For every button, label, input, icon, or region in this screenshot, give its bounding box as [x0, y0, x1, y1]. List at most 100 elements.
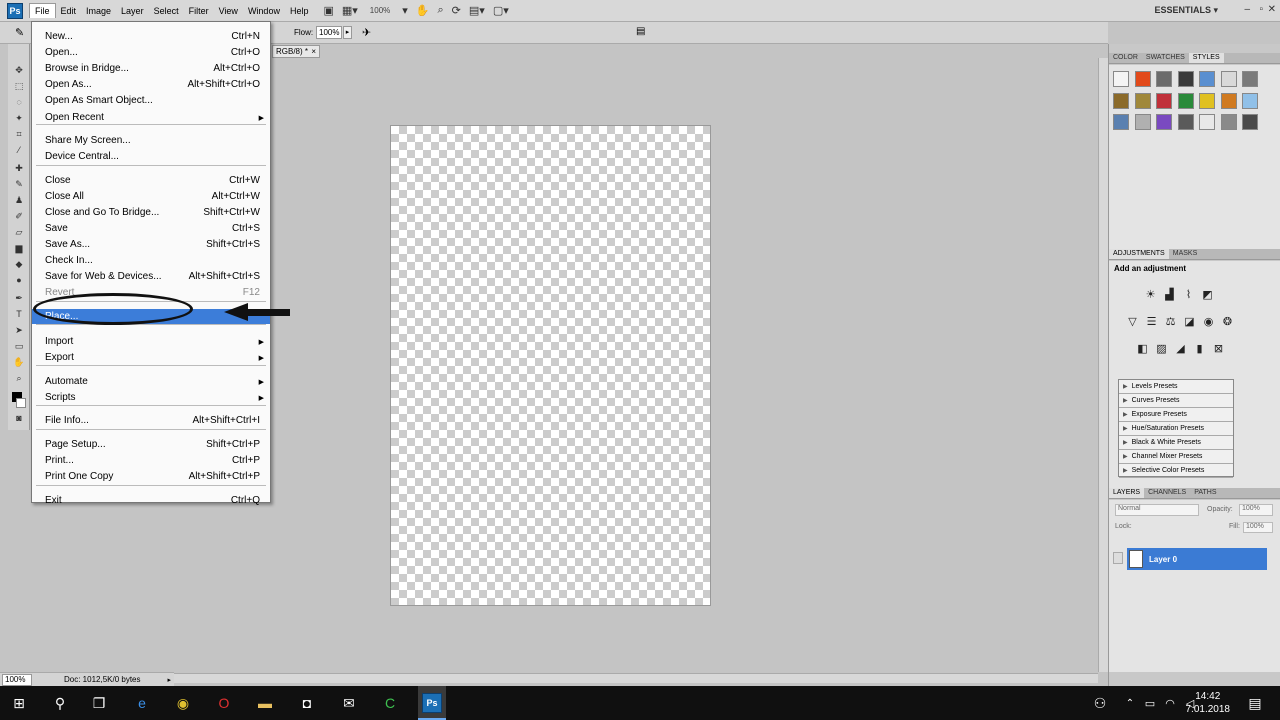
stamp-tool-icon[interactable]: ♟: [12, 194, 26, 206]
menu-help[interactable]: Help: [285, 4, 314, 18]
menu-select[interactable]: Select: [149, 4, 184, 18]
people-icon[interactable]: ⚇: [1090, 693, 1110, 713]
file-menu-item[interactable]: New... Ctrl+N: [32, 29, 270, 44]
eraser-tool-icon[interactable]: ▱: [12, 226, 26, 238]
file-menu-item[interactable]: Browse in Bridge... Alt+Ctrl+O: [32, 61, 270, 76]
style-swatch[interactable]: [1156, 92, 1178, 115]
channel-mixer-icon[interactable]: ❂: [1220, 315, 1235, 329]
file-menu-item[interactable]: Automate ▶: [32, 374, 270, 389]
style-swatch[interactable]: [1220, 114, 1243, 136]
selective-color-icon[interactable]: ⊠: [1211, 342, 1226, 356]
preset-item[interactable]: ▶ Exposure Presets: [1119, 408, 1233, 422]
task-view-icon[interactable]: ❐: [89, 693, 109, 713]
style-swatch[interactable]: [1156, 71, 1178, 93]
show-hidden-icons[interactable]: ⌃: [1120, 693, 1140, 713]
shape-tool-icon[interactable]: ▭: [12, 340, 26, 352]
exposure-icon[interactable]: ◩: [1200, 288, 1215, 302]
style-swatch[interactable]: [1177, 114, 1200, 136]
photo-filter-icon[interactable]: ◉: [1201, 315, 1216, 329]
vibrance-icon[interactable]: ▽: [1125, 315, 1140, 329]
layer-visibility-icon[interactable]: [1113, 552, 1123, 564]
mail-icon[interactable]: ✉: [339, 693, 359, 713]
transparent-canvas[interactable]: [390, 125, 711, 606]
file-menu-item[interactable]: Save Ctrl+S: [32, 221, 270, 236]
minimize-icon[interactable]: –: [1244, 4, 1250, 15]
style-swatch[interactable]: [1242, 114, 1264, 136]
style-swatch[interactable]: [1156, 114, 1178, 136]
file-menu-item[interactable]: Export ▶: [32, 350, 270, 365]
wifi-icon[interactable]: ◠: [1160, 693, 1180, 713]
file-menu-item[interactable]: Open As... Alt+Shift+Ctrl+O: [32, 77, 270, 92]
preset-item[interactable]: ▶ Black & White Presets: [1119, 436, 1233, 450]
arrange-documents-icon[interactable]: ▤▾: [469, 4, 485, 17]
healing-brush-icon[interactable]: ✚: [12, 162, 26, 174]
rotate-view-icon[interactable]: ⟳: [452, 4, 461, 17]
style-swatch[interactable]: [1199, 114, 1221, 136]
style-swatch[interactable]: [1113, 114, 1135, 136]
horizontal-scrollbar[interactable]: [174, 673, 1098, 683]
curves-icon[interactable]: ⌇: [1181, 288, 1196, 302]
document-size-info[interactable]: Doc: 1012,5K/0 bytes: [64, 675, 141, 684]
tab-adjustments[interactable]: ADJUSTMENTS: [1109, 249, 1169, 259]
flow-slider-arrow[interactable]: ▸: [343, 26, 352, 39]
levels-icon[interactable]: ▟: [1162, 288, 1177, 302]
taskbar-clock[interactable]: 14:42 7.01.2018: [1186, 690, 1231, 716]
close-tab-icon[interactable]: ×: [311, 47, 316, 56]
menu-layer[interactable]: Layer: [116, 4, 149, 18]
menu-edit[interactable]: Edit: [56, 4, 82, 18]
file-menu-item[interactable]: Print One Copy Alt+Shift+Ctrl+P: [32, 469, 270, 484]
gradient-map-icon[interactable]: ▮: [1192, 342, 1207, 356]
invert-icon[interactable]: ◧: [1135, 342, 1150, 356]
hand-tool-icon[interactable]: ✋: [12, 356, 26, 368]
blur-tool-icon[interactable]: ◆: [12, 258, 26, 270]
posterize-icon[interactable]: ▨: [1154, 342, 1169, 356]
preset-item[interactable]: ▶ Selective Color Presets: [1119, 464, 1233, 478]
style-swatch[interactable]: [1199, 92, 1221, 115]
style-swatch[interactable]: [1134, 114, 1157, 136]
marquee-tool-icon[interactable]: ⬚: [12, 80, 26, 92]
hue-saturation-icon[interactable]: ☰: [1144, 315, 1159, 329]
file-menu-item[interactable]: Close All Alt+Ctrl+W: [32, 189, 270, 204]
pen-tool-icon[interactable]: ✒: [12, 292, 26, 304]
brush-tool-icon[interactable]: ✎: [12, 178, 26, 190]
opacity-input[interactable]: 100%: [1239, 504, 1273, 516]
background-color-swatch[interactable]: [16, 398, 26, 408]
style-swatch[interactable]: [1177, 71, 1200, 93]
zoom-level-select[interactable]: 100%: [366, 6, 394, 15]
fill-input[interactable]: 100%: [1243, 522, 1273, 533]
hand-tool-icon[interactable]: ✋: [416, 4, 430, 17]
document-tab[interactable]: RGB/8) * ×: [272, 45, 320, 58]
screen-mode-icon[interactable]: ▢▾: [493, 4, 509, 17]
eyedropper-tool-icon[interactable]: ⁄: [12, 144, 26, 156]
file-menu-item[interactable]: Open Recent ▶: [32, 110, 270, 125]
maximize-icon[interactable]: ▫: [1259, 4, 1263, 15]
tab-swatches[interactable]: SWATCHES: [1142, 53, 1189, 63]
photoshop-taskbar-icon[interactable]: Ps: [422, 693, 442, 713]
quick-select-icon[interactable]: ✦: [12, 112, 26, 124]
layer-row[interactable]: Layer 0: [1127, 548, 1267, 570]
zoom-tool-icon[interactable]: ⌕: [12, 372, 26, 384]
style-swatch[interactable]: [1199, 71, 1221, 93]
brightness-contrast-icon[interactable]: ☀: [1143, 288, 1158, 302]
history-brush-icon[interactable]: ✐: [12, 210, 26, 222]
file-menu-item[interactable]: Open... Ctrl+O: [32, 45, 270, 60]
bridge-icon[interactable]: ▣: [323, 4, 333, 17]
file-menu-item[interactable]: Close and Go To Bridge... Shift+Ctrl+W: [32, 205, 270, 220]
tab-styles[interactable]: STYLES: [1188, 53, 1224, 63]
tab-masks[interactable]: MASKS: [1169, 249, 1202, 259]
lasso-tool-icon[interactable]: ◌: [12, 96, 26, 108]
quick-mask-icon[interactable]: ◙: [12, 412, 26, 424]
status-menu-arrow-icon[interactable]: ▸: [167, 676, 171, 684]
menu-window[interactable]: Window: [243, 4, 285, 18]
style-swatch[interactable]: [1134, 92, 1157, 115]
file-menu-item[interactable]: File Info... Alt+Shift+Ctrl+I: [32, 413, 270, 428]
file-menu-item[interactable]: Share My Screen...: [32, 133, 270, 148]
file-menu-item[interactable]: Page Setup... Shift+Ctrl+P: [32, 437, 270, 452]
file-menu-item[interactable]: Save As... Shift+Ctrl+S: [32, 237, 270, 252]
menu-view[interactable]: View: [214, 4, 243, 18]
preset-item[interactable]: ▶ Hue/Saturation Presets: [1119, 422, 1233, 436]
zoom-dropdown-icon[interactable]: ▾: [402, 4, 408, 17]
file-menu-item[interactable]: Save for Web & Devices... Alt+Shift+Ctrl+…: [32, 269, 270, 284]
preset-item[interactable]: ▶ Curves Presets: [1119, 394, 1233, 408]
menu-file[interactable]: File: [29, 3, 56, 18]
